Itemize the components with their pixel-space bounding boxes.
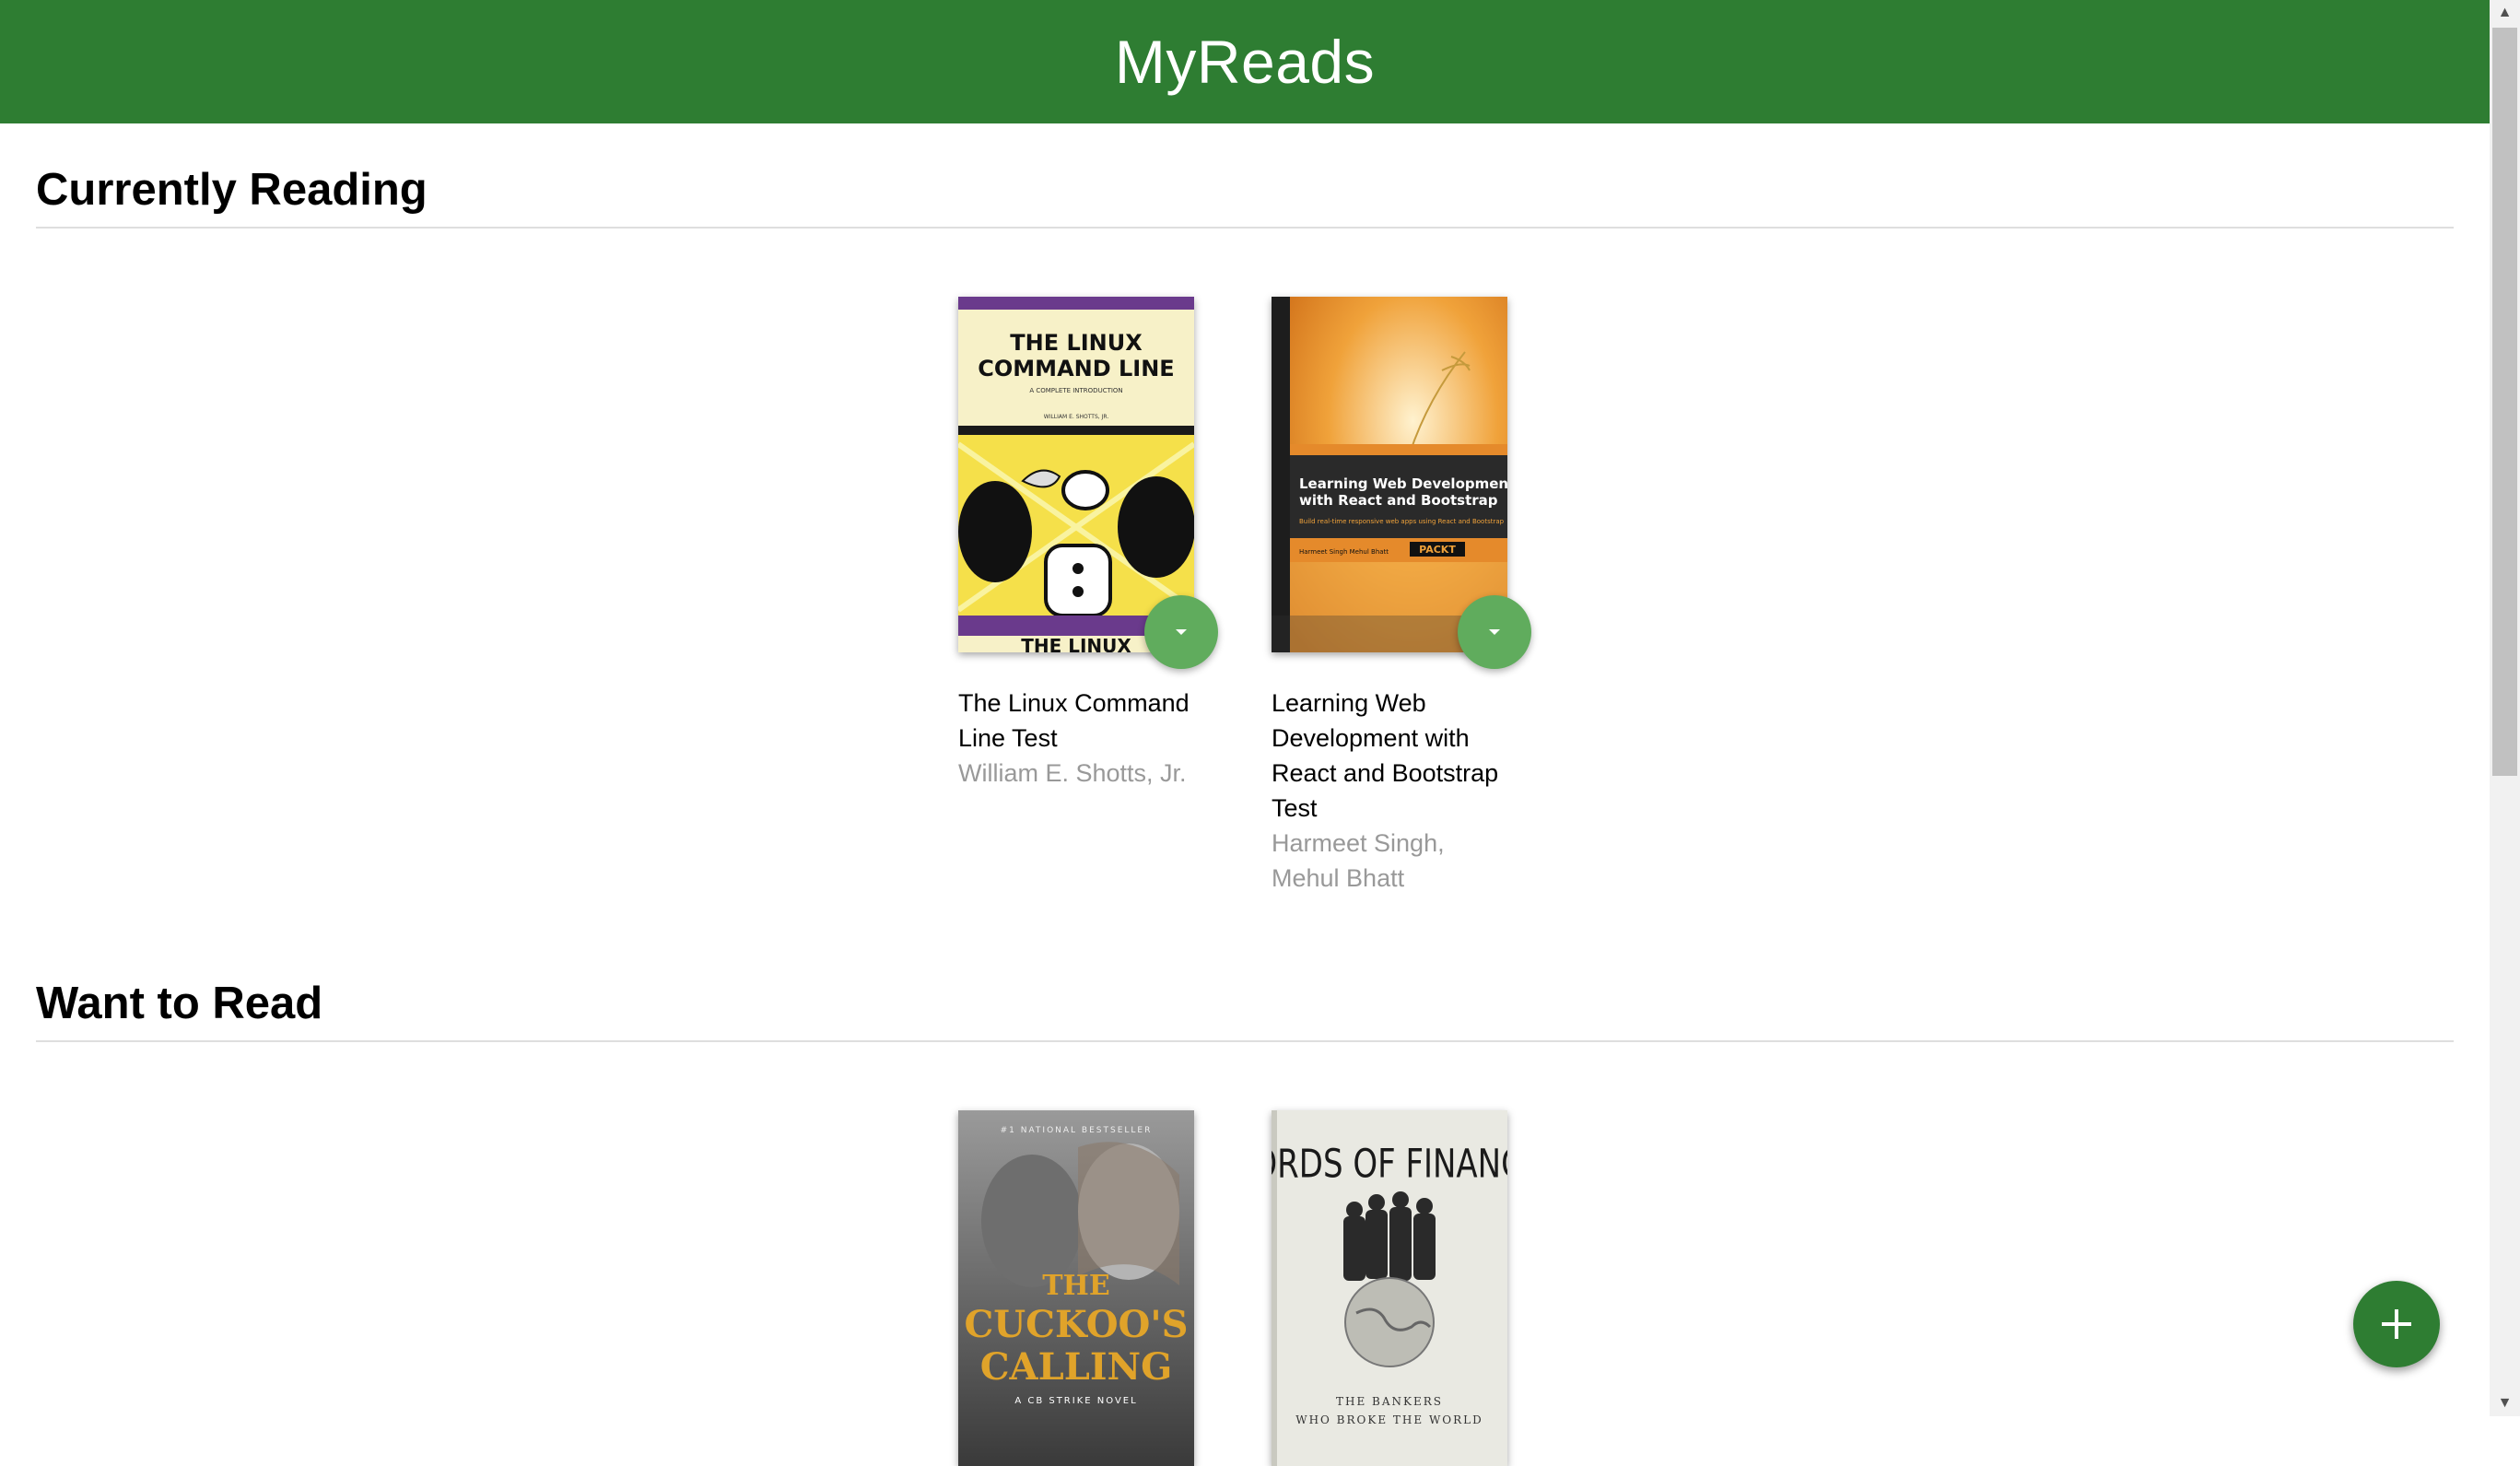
scroll-down-arrow-icon[interactable]: ▼ [2490, 1390, 2520, 1416]
svg-text:with React and Bootstrap: with React and Bootstrap [1299, 492, 1498, 509]
shelf-changer-button[interactable] [1458, 595, 1531, 669]
shelf-title: Want to Read [36, 978, 2454, 1042]
shelf-title: Currently Reading [36, 164, 2454, 229]
svg-text:Learning Web Development: Learning Web Development [1299, 475, 1507, 492]
svg-text:A CB STRIKE NOVEL: A CB STRIKE NOVEL [1014, 1396, 1137, 1406]
scroll-thumb[interactable] [2492, 28, 2517, 776]
svg-text:WILLIAM E. SHOTTS, JR.: WILLIAM E. SHOTTS, JR. [1044, 414, 1109, 420]
vertical-scrollbar[interactable]: ▲ ▼ [2490, 0, 2520, 1416]
book-cover[interactable]: #1 NATIONAL BESTSELLER THE CUCKOO'S CALL… [958, 1110, 1194, 1466]
svg-text:#1 NATIONAL BESTSELLER: #1 NATIONAL BESTSELLER [1001, 1126, 1153, 1135]
svg-text:A COMPLETE INTRODUCTION: A COMPLETE INTRODUCTION [1029, 387, 1122, 394]
cover-title-text: LORDS OF FINANCE [1272, 1142, 1507, 1188]
svg-text:THE LINUX: THE LINUX [1021, 635, 1131, 652]
book-authors: William E. Shotts, Jr. [958, 759, 1187, 787]
book-title: The Linux Command Line Test [958, 689, 1190, 752]
svg-text:CALLING: CALLING [980, 1345, 1173, 1389]
svg-text:CUCKOO'S: CUCKOO'S [964, 1303, 1188, 1346]
svg-text:Build real-time responsive web: Build real-time responsive web apps usin… [1299, 518, 1505, 525]
book-authors: Harmeet Singh, Mehul Bhatt [1272, 829, 1445, 892]
add-book-button[interactable] [2353, 1281, 2440, 1367]
cover-heading-line1: THE LINUX [1010, 330, 1143, 356]
svg-text:WHO BROKE THE WORLD: WHO BROKE THE WORLD [1295, 1413, 1483, 1426]
svg-text:PACKT: PACKT [1419, 544, 1456, 556]
scroll-up-arrow-icon[interactable]: ▲ [2490, 0, 2520, 26]
arrow-drop-down-icon [1176, 629, 1187, 635]
svg-text:COMMAND LINE: COMMAND LINE [978, 356, 1174, 381]
plus-icon [2382, 1309, 2411, 1339]
arrow-drop-down-icon [1489, 629, 1500, 635]
svg-text:THE: THE [1042, 1270, 1110, 1302]
book-cover[interactable]: LORDS OF FINANCE THE BANKERS WHO BROKE T… [1272, 1110, 1507, 1466]
app-header: MyReads [0, 0, 2490, 123]
book-cover[interactable]: THE LINUX COMMAND LINE A COMPLETE INTROD… [958, 297, 1194, 652]
book-info: Learning Web Development with React and … [1272, 686, 1518, 896]
book-cover[interactable]: Learning Web Development with React and … [1272, 297, 1507, 652]
book-info: The Linux Command Line Test William E. S… [958, 686, 1205, 791]
app-title: MyReads [1114, 28, 1376, 96]
svg-text:THE BANKERS: THE BANKERS [1336, 1395, 1443, 1408]
book-title: Learning Web Development with React and … [1272, 689, 1499, 822]
shelf-changer-button[interactable] [1144, 595, 1218, 669]
svg-text:Harmeet Singh Mehul Bhatt: Harmeet Singh Mehul Bhatt [1299, 548, 1389, 556]
